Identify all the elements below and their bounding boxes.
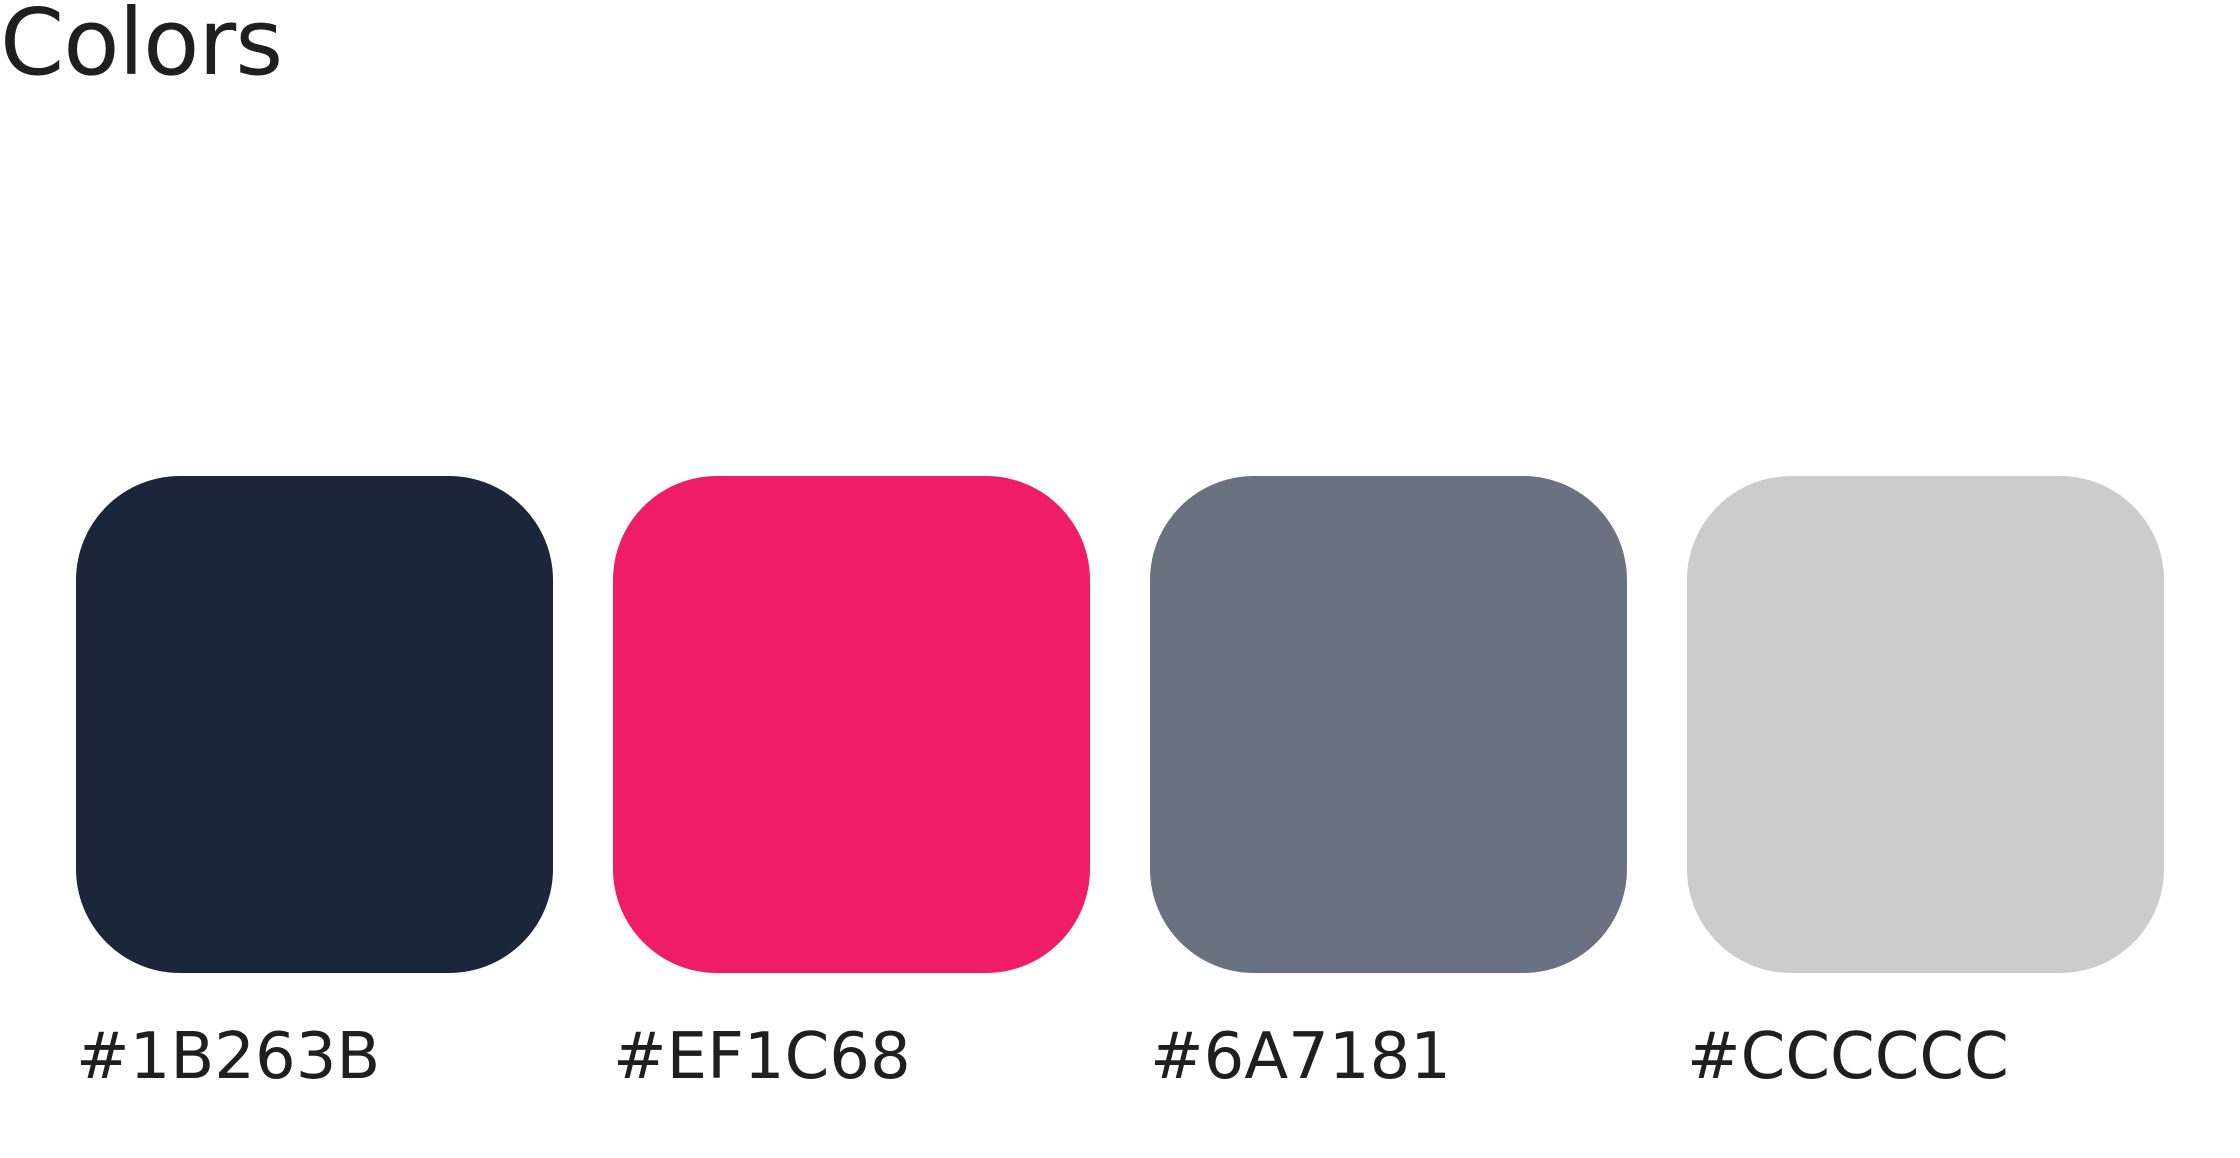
swatch-hex-label: #CCCCCC	[1687, 1020, 2009, 1094]
page-title: Colors	[0, 0, 283, 96]
swatch-card: #6A7181	[1150, 476, 1627, 1089]
color-swatch	[1150, 476, 1627, 973]
swatch-card: #CCCCCC	[1687, 476, 2164, 1089]
swatch-hex-label: #EF1C68	[613, 1020, 911, 1094]
swatch-hex-label: #1B263B	[76, 1020, 381, 1094]
swatch-hex-label: #6A7181	[1150, 1020, 1451, 1094]
swatch-card: #1B263B	[76, 476, 553, 1089]
color-swatch	[1687, 476, 2164, 973]
color-swatch	[613, 476, 1090, 973]
color-swatch-grid: #1B263B #EF1C68 #6A7181 #CCCCCC	[76, 476, 2164, 1089]
swatch-card: #EF1C68	[613, 476, 1090, 1089]
color-swatch	[76, 476, 553, 973]
